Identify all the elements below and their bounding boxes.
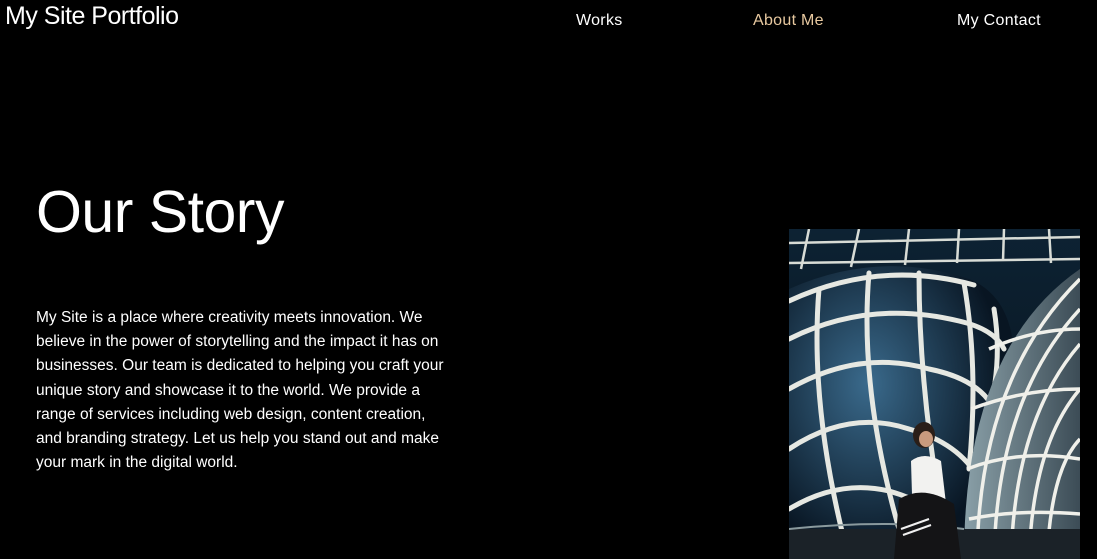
nav-item-my-contact[interactable]: My Contact [957,12,1041,30]
main-nav: Works About Me My Contact [0,0,1097,42]
page-heading: Our Story [36,179,284,245]
nav-item-about-me[interactable]: About Me [753,12,824,30]
story-photo [789,229,1080,559]
page: My Site Portfolio Works About Me My Cont… [0,0,1097,559]
story-paragraph: My Site is a place where creativity meet… [36,309,444,472]
nav-item-works[interactable]: Works [576,12,623,30]
